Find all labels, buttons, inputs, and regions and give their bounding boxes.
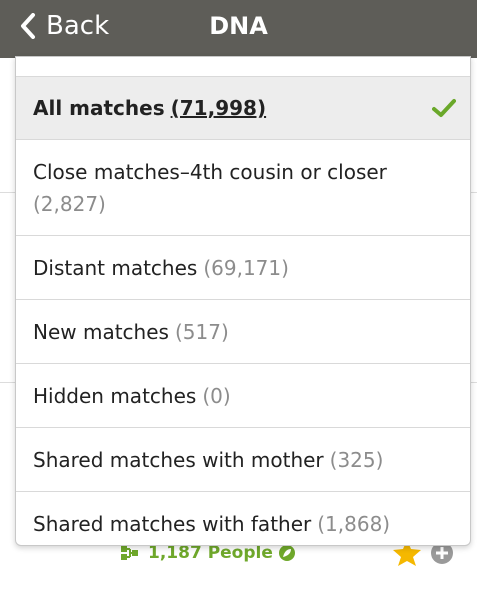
filter-option-shared-mother[interactable]: Shared matches with mother (325) (16, 428, 470, 492)
filter-option-hidden-matches[interactable]: Hidden matches (0) (16, 364, 470, 428)
filter-option-count: (0) (202, 383, 231, 408)
filter-option-label: Shared matches with mother (33, 447, 324, 472)
filter-option-label: Close matches–4th cousin or closer (33, 159, 387, 184)
filter-option-label: All matches (33, 96, 165, 120)
people-count-label: 1,187 People (148, 543, 273, 563)
filter-option-shared-father[interactable]: Shared matches with father (1,868) (16, 492, 470, 545)
filter-option-count: (517) (174, 319, 229, 344)
family-tree-icon (121, 546, 138, 560)
filter-option-count: (325) (329, 447, 384, 472)
filter-option-label: Hidden matches (33, 383, 197, 408)
checkmark-icon (432, 99, 456, 117)
leaf-icon (278, 545, 295, 561)
filter-option-count: (69,171) (203, 255, 289, 280)
match-filter-dropdown: All matches (71,998) Close matches–4th co… (15, 56, 471, 546)
filter-option-all-matches[interactable]: All matches (71,998) (16, 77, 470, 140)
nav-bar: Back DNA (0, 0, 477, 58)
filter-option-label: Shared matches with father (33, 512, 312, 536)
filter-option-close-matches[interactable]: Close matches–4th cousin or closer (2,82… (16, 140, 470, 236)
filter-option-count: (71,998) (170, 96, 267, 120)
filter-option-label: New matches (33, 319, 169, 344)
filter-option-count: (2,827) (33, 191, 106, 216)
page-title: DNA (209, 12, 268, 40)
filter-option-label: Distant matches (33, 255, 198, 280)
dropdown-header (16, 57, 470, 77)
filter-option-count: (1,868) (317, 512, 391, 536)
filter-option-new-matches[interactable]: New matches (517) (16, 300, 470, 364)
filter-option-distant-matches[interactable]: Distant matches (69,171) (16, 236, 470, 300)
